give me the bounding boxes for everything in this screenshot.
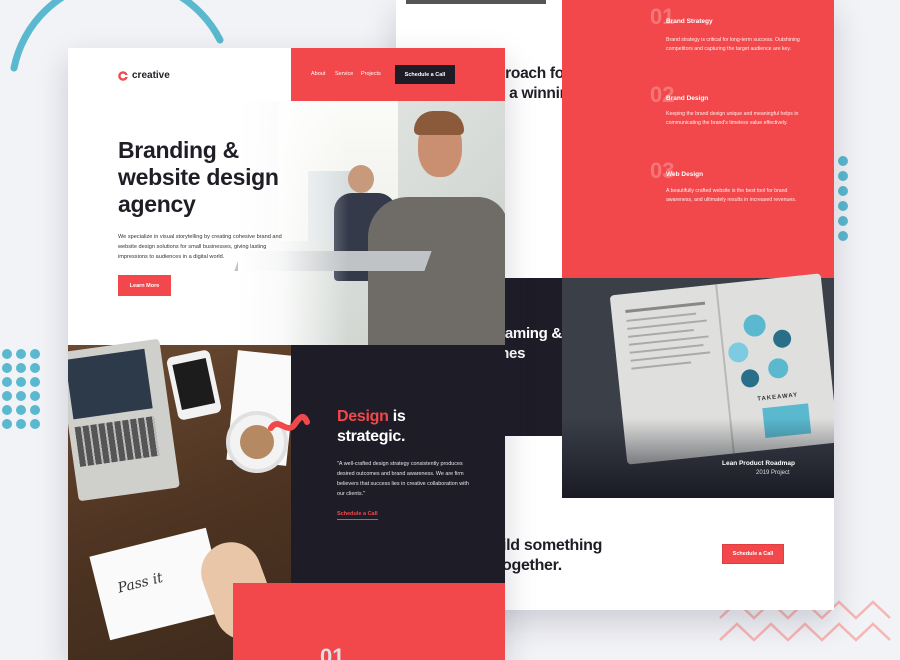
nav-link-service[interactable]: Service: [335, 71, 353, 77]
bottom-red-block: [233, 583, 505, 660]
design-accent: Design: [337, 408, 389, 425]
decor-dots-left: [2, 349, 46, 439]
build-schedule-button[interactable]: Schedule a Call: [723, 545, 783, 563]
service-number: 01: [650, 4, 675, 29]
design-line2: strategic.: [337, 428, 406, 445]
hero-description: We specialize in visual storytelling by …: [118, 234, 282, 260]
project-image: TAKEAWAY Lean Product Roadmap 2019 Proje…: [562, 273, 834, 498]
naming-line2: mes: [496, 345, 526, 362]
phone: [165, 349, 223, 421]
service-text: A beautifully crafted website is the bes…: [666, 188, 797, 203]
hero-title-line3: agency: [118, 191, 196, 217]
design-panel: Design is strategic. "A well-crafted des…: [291, 345, 505, 583]
service-title: Brand Strategy: [666, 18, 713, 25]
design-quote: "A well-crafted design strategy consiste…: [337, 461, 469, 497]
service-title: Web Design: [666, 171, 704, 178]
build-line2: ogether.: [502, 557, 562, 574]
squiggle-red: [268, 414, 310, 431]
project-year: 2019 Project: [756, 470, 790, 476]
design-rest: is: [392, 408, 406, 425]
back-image-strip: [406, 0, 546, 4]
logo-c-icon: [118, 70, 128, 81]
takeaway-label: TAKEAWAY: [757, 392, 799, 403]
learn-more-button[interactable]: Learn More: [118, 275, 171, 296]
project-title: Lean Product Roadmap: [722, 460, 795, 467]
naming-line1: naming &: [496, 325, 562, 342]
service-text: Brand strategy is critical for long-term…: [666, 37, 800, 52]
build-heading: ild something ogether.: [502, 536, 602, 576]
build-line1: ild something: [502, 537, 603, 554]
bottom-number: 01: [320, 644, 345, 660]
nav-link-projects[interactable]: Projects: [361, 71, 381, 77]
hero-title-line2: website design: [118, 164, 279, 190]
brand-name: creative: [132, 70, 170, 81]
service-text: Keeping the brand design unique and mean…: [666, 111, 799, 126]
nav-bar: About Service Projects Schedule a Call: [291, 48, 505, 101]
front-page: creative About Service Projects Schedule…: [68, 48, 505, 660]
laptop: [68, 338, 180, 502]
design-heading: Design is strategic.: [337, 407, 406, 447]
hero-title: Branding & website design agency: [118, 137, 279, 218]
nav-schedule-button[interactable]: Schedule a Call: [395, 65, 455, 84]
decor-dots-right: [838, 156, 852, 246]
service-title: Brand Design: [666, 95, 709, 102]
nav-link-about[interactable]: About: [311, 71, 325, 77]
design-schedule-link[interactable]: Schedule a Call: [337, 511, 378, 520]
services-panel: 01 Brand Strategy Brand strategy is crit…: [562, 0, 834, 278]
brand-logo[interactable]: creative: [118, 70, 170, 81]
hero-title-line1: Branding &: [118, 137, 239, 163]
